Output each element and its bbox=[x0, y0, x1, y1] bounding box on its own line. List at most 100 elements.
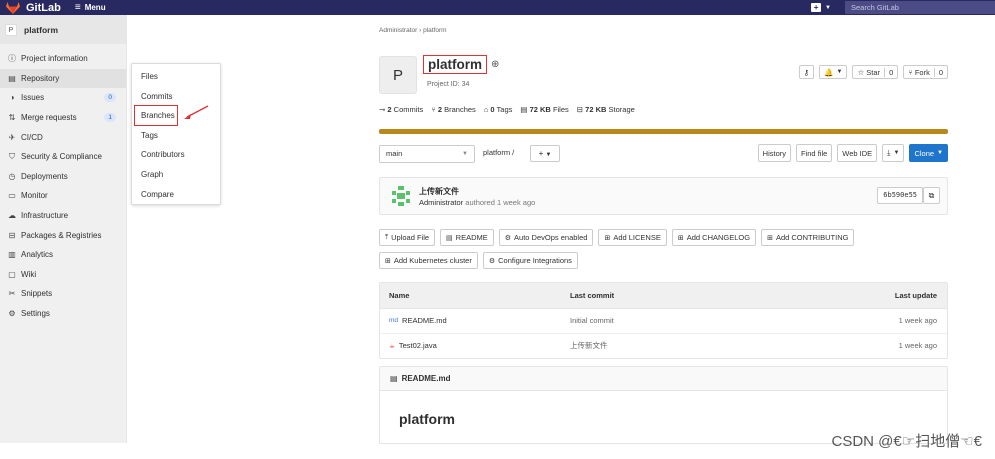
column-header-name: Name bbox=[389, 291, 410, 300]
tags-stat[interactable]: ⌂ 0 Tags bbox=[484, 105, 513, 114]
sidebar-item-repository[interactable]: ▤ Repository bbox=[0, 68, 126, 89]
breadcrumb-root[interactable]: Administrator bbox=[379, 27, 417, 34]
commits-stat[interactable]: ⊸ 2 Commits bbox=[379, 105, 423, 114]
flyout-item-compare[interactable]: Compare bbox=[132, 185, 220, 205]
sidebar-item-packages[interactable]: ⊟ Packages & Registries bbox=[0, 225, 126, 245]
copy-sha-button[interactable]: ⧉ bbox=[923, 187, 940, 204]
download-button[interactable]: ⤓ ▼ bbox=[882, 144, 905, 162]
plus-square-icon: ⊞ bbox=[677, 234, 684, 242]
star-count[interactable]: 0 bbox=[884, 67, 893, 77]
breadcrumb-current[interactable]: platform bbox=[423, 27, 446, 34]
readme-filename[interactable]: README.md bbox=[402, 374, 451, 383]
java-icon: ☕ bbox=[389, 342, 395, 350]
files-stat[interactable]: ▤ 72 KB Files bbox=[520, 105, 568, 114]
sidebar-item-issues[interactable]: ◑ Issues 0 bbox=[0, 88, 126, 108]
readme-header: ▤ README.md bbox=[380, 367, 947, 391]
repo-path[interactable]: platform / bbox=[483, 148, 514, 157]
sidebar-item-analytics[interactable]: ▥ Analytics bbox=[0, 245, 126, 265]
bell-icon: 🔔 bbox=[824, 67, 834, 77]
flyout-item-files[interactable]: Files bbox=[132, 67, 220, 87]
gitlab-home-link[interactable]: GitLab bbox=[6, 1, 61, 14]
storage-stat[interactable]: ⊟ 72 KB Storage bbox=[577, 105, 635, 114]
identicon-icon bbox=[392, 186, 410, 206]
doc-icon: ▤ bbox=[446, 234, 453, 242]
sidebar-item-deployments[interactable]: ◷ Deployments bbox=[0, 167, 126, 187]
merge-requests-count-badge: 1 bbox=[104, 112, 116, 122]
file-link[interactable]: README.md bbox=[402, 316, 447, 325]
deployments-icon: ◷ bbox=[8, 171, 16, 181]
sidebar-item-label: Issues bbox=[21, 93, 45, 103]
branches-stat[interactable]: ⑂ 2 Branches bbox=[431, 105, 476, 114]
flyout-item-contributors[interactable]: Contributors bbox=[132, 145, 220, 165]
menu-button[interactable]: ≡ Menu bbox=[75, 2, 106, 13]
add-contributing-button[interactable]: ⊞ Add CONTRIBUTING bbox=[761, 229, 855, 246]
fork-button[interactable]: ⑂ Fork 0 bbox=[903, 65, 948, 79]
sidebar-item-label: Packages & Registries bbox=[21, 230, 102, 240]
configure-integrations-button[interactable]: ⚙ Configure Integrations bbox=[482, 252, 578, 269]
fork-count[interactable]: 0 bbox=[933, 67, 943, 77]
sidebar-project-header[interactable]: P platform bbox=[0, 15, 126, 44]
add-changelog-button[interactable]: ⊞ Add CHANGELOG bbox=[671, 229, 757, 246]
sidebar-item-wiki[interactable]: ▢ Wiki bbox=[0, 265, 126, 285]
branch-icon: ⑂ bbox=[431, 105, 436, 114]
gear-icon: ⚙ bbox=[504, 234, 512, 242]
branches-highlight-box bbox=[134, 105, 178, 126]
commit-author[interactable]: Administrator bbox=[419, 198, 463, 207]
sidebar-item-monitor[interactable]: ▭ Monitor bbox=[0, 186, 126, 206]
new-item-button[interactable]: + bbox=[811, 3, 822, 12]
flyout-item-graph[interactable]: Graph bbox=[132, 165, 220, 185]
gitlab-logo-icon bbox=[6, 1, 20, 14]
sidebar-item-snippets[interactable]: ✂ Snippets bbox=[0, 284, 126, 304]
find-file-button[interactable]: Find file bbox=[796, 144, 833, 162]
markdown-icon: md bbox=[389, 317, 399, 325]
file-link[interactable]: Test02.java bbox=[399, 341, 437, 350]
flyout-item-tags[interactable]: Tags bbox=[132, 126, 220, 146]
annotation-arrow-icon bbox=[184, 105, 209, 119]
sidebar-item-infrastructure[interactable]: ☁ Infrastructure bbox=[0, 206, 126, 226]
chevron-down-icon: ▼ bbox=[545, 152, 552, 158]
sidebar-item-ci-cd[interactable]: ✈ CI/CD bbox=[0, 127, 126, 147]
star-button[interactable]: ☆ Star 0 bbox=[852, 65, 899, 79]
sidebar-item-label: Analytics bbox=[21, 250, 54, 260]
issues-icon: ◑ bbox=[9, 93, 15, 103]
auto-devops-button[interactable]: ⚙ Auto DevOps enabled bbox=[498, 229, 594, 246]
sidebar-item-project-information[interactable]: ⓘ Project information bbox=[0, 49, 126, 69]
branch-selector[interactable]: main ▼ bbox=[379, 145, 475, 163]
readme-button[interactable]: ▤ README bbox=[440, 229, 494, 246]
add-dropdown[interactable]: + ▼ bbox=[530, 145, 560, 162]
commit-sha[interactable]: 6b590e55 bbox=[877, 187, 923, 204]
file-last-commit[interactable]: Initial commit bbox=[570, 316, 827, 325]
sidebar-item-label: Settings bbox=[21, 309, 50, 319]
sidebar-item-settings[interactable]: ⚙ Settings bbox=[0, 304, 126, 324]
sidebar-item-label: Wiki bbox=[21, 269, 37, 279]
file-last-commit[interactable]: 上传新文件 bbox=[570, 340, 827, 351]
notification-button[interactable]: 🔔 ▼ bbox=[819, 65, 848, 79]
add-kubernetes-button[interactable]: ⊞ Add Kubernetes cluster bbox=[379, 252, 478, 269]
table-row: md README.md Initial commit 1 week ago bbox=[380, 309, 947, 334]
file-last-update: 1 week ago bbox=[898, 341, 937, 351]
monitor-icon: ▭ bbox=[8, 191, 16, 201]
commit-title[interactable]: 上传新文件 bbox=[419, 186, 459, 197]
tag-icon: ⌂ bbox=[483, 105, 489, 114]
rocket-icon: ✈ bbox=[8, 132, 16, 142]
sidebar-nav: ⓘ Project information ▤ Repository ◑ Issues… bbox=[0, 49, 126, 323]
upload-icon: ⤒ bbox=[385, 233, 389, 241]
sidebar-item-label: Merge requests bbox=[21, 113, 77, 123]
admin-key-button[interactable]: ⚷ bbox=[798, 65, 815, 79]
sidebar-item-label: Repository bbox=[21, 73, 60, 83]
add-license-button[interactable]: ⊞ Add LICENSE bbox=[598, 229, 667, 246]
sidebar-item-merge-requests[interactable]: ⇅ Merge requests 1 bbox=[0, 108, 126, 128]
search-input[interactable]: Search GitLab bbox=[845, 1, 995, 14]
clone-button[interactable]: Clone ▼ bbox=[909, 144, 948, 162]
top-navbar: GitLab ≡ Menu + ▼ Search GitLab bbox=[0, 0, 995, 15]
column-header-last-commit: Last commit bbox=[570, 291, 615, 300]
upload-file-button[interactable]: ⤒ Upload File bbox=[379, 229, 436, 246]
web-ide-button[interactable]: Web IDE bbox=[837, 144, 878, 162]
history-button[interactable]: History bbox=[757, 144, 792, 162]
breadcrumb-separator: › bbox=[419, 27, 422, 34]
sidebar-item-security[interactable]: ⛉ Security & Compliance bbox=[0, 147, 126, 167]
chevron-down-icon[interactable]: ▼ bbox=[825, 5, 831, 11]
hamburger-icon: ≡ bbox=[74, 2, 81, 13]
cloud-icon: ☁ bbox=[8, 211, 16, 221]
chevron-down-icon: ▼ bbox=[893, 150, 900, 156]
